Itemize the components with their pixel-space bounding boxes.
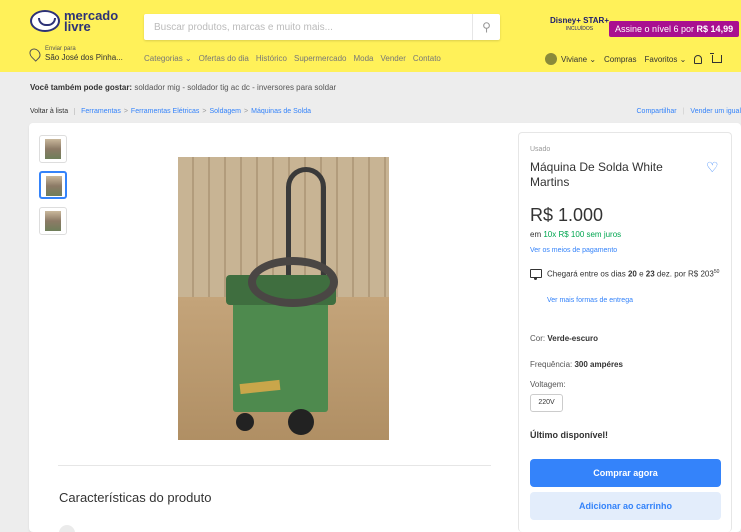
thumbnail-3[interactable] — [39, 207, 67, 235]
photo-machine-body — [233, 292, 328, 412]
photo-wheel — [236, 413, 254, 431]
shipping-day-2: 23 — [645, 269, 655, 279]
thumbnail-1[interactable] — [39, 135, 67, 163]
heart-icon[interactable]: ♡ — [706, 160, 720, 174]
search-input[interactable] — [144, 14, 464, 40]
installments-value: 10x R$ 100 sem juros — [543, 230, 622, 239]
main-nav: Categorias ⌄ Ofertas do dia Histórico Su… — [144, 54, 448, 63]
frequency-attribute: Frequência: 300 ampéres — [530, 360, 623, 369]
promo-price: R$ 14,99 — [696, 24, 734, 34]
nav-offers[interactable]: Ofertas do dia — [199, 54, 249, 63]
share-link[interactable]: Compartilhar — [637, 108, 677, 115]
truck-icon — [530, 269, 542, 280]
user-nav: Viviane ⌄ Compras Favoritos ⌄ — [545, 53, 723, 65]
condition-label: Usado — [530, 146, 551, 153]
shipping-day-1: 20 — [627, 269, 637, 279]
suggestion-bar: Você também pode gostar: soldador mig - … — [30, 83, 336, 92]
location-text: Enviar para São José dos Pinha... — [45, 46, 123, 62]
product-price: R$ 1.000 — [530, 205, 604, 225]
nav-contact[interactable]: Contato — [413, 54, 441, 63]
color-attribute: Cor: Verde-escuro — [530, 334, 598, 343]
search-icon[interactable]: ⚲ — [472, 14, 500, 40]
product-photo[interactable] — [178, 157, 389, 440]
photo-wheel — [288, 409, 314, 435]
color-label: Cor: — [530, 334, 548, 343]
breadcrumb-item-welding-machines[interactable]: Máquinas de Solda — [251, 108, 311, 115]
thumbnail-image — [45, 211, 61, 231]
cart-icon[interactable] — [710, 53, 723, 63]
user-menu[interactable]: Viviane ⌄ — [561, 55, 596, 64]
nav-supermarket[interactable]: Supermercado — [294, 54, 346, 63]
shipping-cents: 50 — [713, 269, 720, 275]
voltage-option[interactable]: 220V — [530, 394, 563, 412]
nav-history[interactable]: Histórico — [256, 54, 287, 63]
product-title: Máquina De Solda White Martins — [530, 160, 663, 189]
payment-methods-link[interactable]: Ver os meios de pagamento — [530, 247, 617, 254]
suggestion-text[interactable]: soldador mig - soldador tig ac dc - inve… — [132, 83, 336, 92]
suggestion-label: Você também pode gostar: — [30, 83, 133, 92]
breadcrumb-separator: > — [202, 108, 207, 115]
nav-fashion[interactable]: Moda — [353, 54, 373, 63]
buy-now-button[interactable]: Comprar agora — [530, 459, 721, 487]
subscription-promo[interactable]: Assine o nível 6 por R$ 14,99 — [609, 21, 740, 37]
mercado-livre-logo[interactable]: mercado livre — [30, 9, 118, 33]
thumbnail-image — [45, 139, 61, 159]
installments-prefix: em — [530, 230, 544, 239]
sell-similar-link[interactable]: Vender um igual — [690, 108, 741, 115]
disney-star-badge[interactable]: Disney+ STAR+ INCLUÍDOS — [550, 16, 609, 34]
handshake-icon — [30, 10, 60, 32]
breadcrumb-item-electric-tools[interactable]: Ferramentas Elétricas — [131, 108, 199, 115]
share-divider: | — [682, 108, 685, 115]
purchases-link[interactable]: Compras — [604, 55, 636, 64]
logo-text: mercado livre — [64, 9, 118, 33]
installments: em 10x R$ 100 sem juros — [530, 230, 621, 239]
nav-sell[interactable]: Vender — [381, 54, 406, 63]
breadcrumb: Voltar à lista Ferramentas > Ferramentas… — [30, 108, 311, 115]
shipping-suffix: dez. por R$ 203 — [654, 269, 714, 279]
location-pin-icon — [27, 46, 43, 62]
breadcrumb-item-tools[interactable]: Ferramentas — [81, 108, 121, 115]
back-to-list-link[interactable]: Voltar à lista — [30, 108, 76, 115]
shipping-prefix: Chegará entre os dias — [547, 269, 628, 279]
search-box: ⚲ — [144, 14, 500, 40]
shipping-info: Chegará entre os dias 20 e 23 dez. por R… — [547, 267, 727, 280]
photo-cable-coil — [248, 257, 338, 307]
bell-icon[interactable] — [694, 54, 703, 64]
nav-categories[interactable]: Categorias ⌄ — [144, 54, 192, 63]
header: mercado livre ⚲ Disney+ STAR+ INCLUÍDOS … — [0, 0, 741, 72]
frequency-label: Frequência: — [530, 360, 575, 369]
shipping-options-link[interactable]: Ver mais formas de entrega — [547, 297, 633, 304]
features-title: Características do produto — [59, 490, 212, 505]
location-value: São José dos Pinha... — [45, 53, 123, 62]
avatar[interactable] — [545, 53, 557, 65]
product-card: Características do produto Usado Máquina… — [29, 123, 741, 532]
stock-status: Último disponível! — [530, 430, 609, 440]
delivery-location[interactable]: Enviar para São José dos Pinha... — [27, 46, 123, 62]
thumbnail-image — [46, 176, 62, 196]
frequency-value: 300 ampéres — [574, 360, 623, 369]
add-to-cart-button[interactable]: Adicionar ao carrinho — [530, 492, 721, 520]
breadcrumb-separator: > — [244, 108, 249, 115]
section-divider — [58, 465, 491, 466]
disney-sub: INCLUÍDOS — [565, 26, 594, 32]
feature-icon — [59, 525, 75, 532]
voltage-label: Voltagem: — [530, 380, 566, 389]
breadcrumb-separator: > — [123, 108, 128, 115]
location-label: Enviar para — [45, 46, 76, 52]
buy-box: Usado Máquina De Solda White Martins ♡ R… — [518, 132, 732, 532]
color-value: Verde-escuro — [547, 334, 599, 343]
favorites-menu[interactable]: Favoritos ⌄ — [644, 55, 686, 64]
breadcrumb-item-welding[interactable]: Soldagem — [209, 108, 241, 115]
promo-text: Assine o nível 6 por — [615, 24, 697, 34]
shipping-mid: e — [636, 269, 646, 279]
disney-text: Disney+ STAR+ — [550, 16, 609, 25]
share-links: Compartilhar | Vender um igual — [637, 108, 741, 115]
thumbnail-2[interactable] — [39, 171, 67, 199]
